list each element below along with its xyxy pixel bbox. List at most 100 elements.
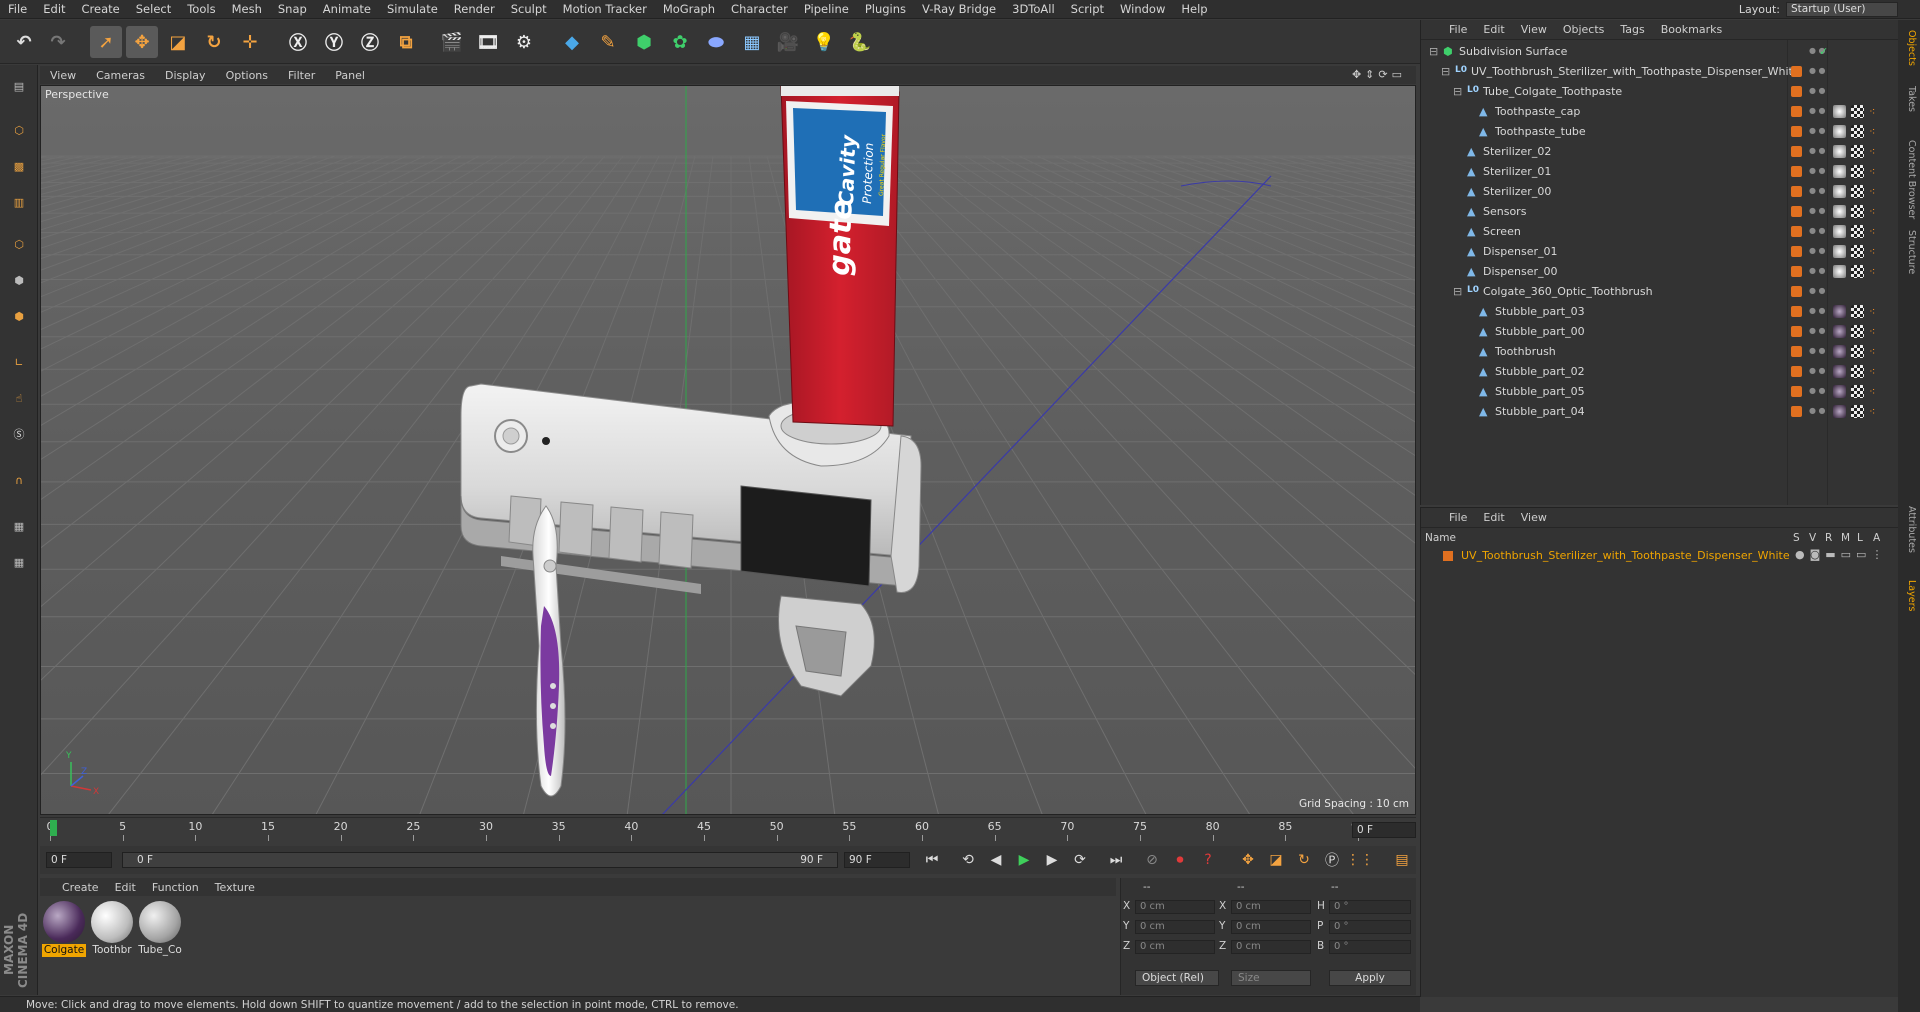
rotation-b-field[interactable]: 0 ° xyxy=(1329,940,1411,954)
side-tab-objects[interactable]: Objects xyxy=(1901,30,1917,66)
object-name[interactable]: Dispenser_01 xyxy=(1483,245,1558,258)
object-row[interactable]: ⊟ ⬢ Subdivision Surface ● ● ✓ xyxy=(1421,42,1901,62)
menu-mograph[interactable]: MoGraph xyxy=(655,0,723,19)
material-menu-create[interactable]: Create xyxy=(54,881,107,894)
selection-tag-icon[interactable]: ⁖ xyxy=(1869,165,1875,178)
uvw-tag-icon[interactable] xyxy=(1851,205,1864,218)
play-icon[interactable]: ▶ xyxy=(1012,849,1036,871)
uvw-tag-icon[interactable] xyxy=(1851,385,1864,398)
go-to-start-icon[interactable]: ⏮ xyxy=(920,849,944,871)
end-frame-field[interactable]: 90 F xyxy=(844,852,910,868)
object-name[interactable]: Stubble_part_00 xyxy=(1495,325,1585,338)
object-row[interactable]: ⊟ L0 Tube_Colgate_Toothpaste ● ● xyxy=(1421,82,1901,102)
material-slot[interactable]: Toothbr xyxy=(90,901,134,957)
object-row[interactable]: ⊟ L0 UV_Toothbrush_Sterilizer_with_Toothpa… xyxy=(1421,62,1901,82)
keyframe-selection-icon[interactable]: ? xyxy=(1196,849,1220,871)
key-scale-icon[interactable]: ◪ xyxy=(1264,849,1288,871)
visibility-dots-icon[interactable]: ● ● xyxy=(1809,286,1826,295)
object-row[interactable]: ▲ Sterilizer_00 ● ● ⁖ xyxy=(1421,182,1901,202)
deformer-icon[interactable]: ⬬ xyxy=(700,26,732,58)
layer-menu-view[interactable]: View xyxy=(1513,511,1555,524)
timeline-ruler[interactable]: 051015202530354045505560657075808590 xyxy=(40,817,1416,841)
menu-render[interactable]: Render xyxy=(446,0,503,19)
material-tag-icon[interactable] xyxy=(1833,205,1846,218)
timeline-window-icon[interactable]: ▤ xyxy=(1390,849,1414,871)
visibility-dots-icon[interactable]: ● ● xyxy=(1809,106,1826,115)
layer-color-swatch[interactable] xyxy=(1791,406,1802,417)
object-name[interactable]: Sterilizer_01 xyxy=(1483,165,1551,178)
selection-tag-icon[interactable]: ⁖ xyxy=(1869,225,1875,238)
menu-tools[interactable]: Tools xyxy=(179,0,223,19)
visibility-dots-icon[interactable]: ● ● xyxy=(1809,346,1826,355)
menu-plugins[interactable]: Plugins xyxy=(857,0,914,19)
object-row[interactable]: ▲ Toothpaste_tube ● ● ⁖ xyxy=(1421,122,1901,142)
menu-mesh[interactable]: Mesh xyxy=(224,0,270,19)
viewport-nav-icons[interactable]: ✥⇕⟳▭ xyxy=(1352,68,1406,81)
current-frame-field[interactable]: 0 F xyxy=(1352,822,1416,838)
menu-help[interactable]: Help xyxy=(1173,0,1215,19)
object-name[interactable]: Toothpaste_cap xyxy=(1495,105,1580,118)
material-tag-icon[interactable] xyxy=(1833,385,1846,398)
timeline-playhead[interactable] xyxy=(50,820,57,836)
planar-workplane-icon[interactable]: ▦ xyxy=(4,547,34,577)
layer-color-swatch[interactable] xyxy=(1791,386,1802,397)
render-picture-viewer-icon[interactable]: 🎞 xyxy=(472,26,504,58)
object-menu-objects[interactable]: Objects xyxy=(1555,23,1613,36)
object-name[interactable]: Sterilizer_02 xyxy=(1483,145,1551,158)
menu-v-ray-bridge[interactable]: V-Ray Bridge xyxy=(914,0,1004,19)
visibility-dots-icon[interactable]: ● ● xyxy=(1809,386,1826,395)
layer-color-swatch[interactable] xyxy=(1791,346,1802,357)
layer-color-swatch[interactable] xyxy=(1791,106,1802,117)
material-menu-function[interactable]: Function xyxy=(144,881,207,894)
x-axis-icon[interactable]: Ⓧ xyxy=(282,26,314,58)
material-tag-icon[interactable] xyxy=(1833,325,1846,338)
visibility-dots-icon[interactable]: ● ● xyxy=(1809,166,1826,175)
uvw-tag-icon[interactable] xyxy=(1851,325,1864,338)
uvw-tag-icon[interactable] xyxy=(1851,225,1864,238)
layer-color-swatch[interactable] xyxy=(1791,66,1802,77)
material-tag-icon[interactable] xyxy=(1833,405,1846,418)
object-row[interactable]: ▲ Sterilizer_02 ● ● ⁖ xyxy=(1421,142,1901,162)
layer-color-swatch[interactable] xyxy=(1791,326,1802,337)
material-tag-icon[interactable] xyxy=(1833,185,1846,198)
visibility-dots-icon[interactable]: ● ● xyxy=(1809,126,1826,135)
layer-color-swatch[interactable] xyxy=(1791,366,1802,377)
layer-menu-edit[interactable]: Edit xyxy=(1475,511,1512,524)
selection-tag-icon[interactable]: ⁖ xyxy=(1869,305,1875,318)
viewport-menu-options[interactable]: Options xyxy=(216,69,278,82)
rotation-h-field[interactable]: 0 ° xyxy=(1329,900,1411,914)
menu-snap[interactable]: Snap xyxy=(270,0,315,19)
object-name[interactable]: Sterilizer_00 xyxy=(1483,185,1551,198)
layer-color-swatch[interactable] xyxy=(1791,126,1802,137)
selection-tag-icon[interactable]: ⁖ xyxy=(1869,145,1875,158)
rotation-p-field[interactable]: 0 ° xyxy=(1329,920,1411,934)
cube-object-icon[interactable]: ◆ xyxy=(556,26,588,58)
viewport-menu-panel[interactable]: Panel xyxy=(325,69,375,82)
enabled-check-icon[interactable]: ✓ xyxy=(1819,45,1828,58)
menu-select[interactable]: Select xyxy=(128,0,179,19)
next-key-icon[interactable]: ⟳ xyxy=(1068,849,1092,871)
uvw-tag-icon[interactable] xyxy=(1851,145,1864,158)
menu-motion-tracker[interactable]: Motion Tracker xyxy=(555,0,655,19)
coordinate-system-icon[interactable]: ⧉ xyxy=(390,26,422,58)
object-row[interactable]: ▲ Dispenser_00 ● ● ⁖ xyxy=(1421,262,1901,282)
rotate-tool-icon[interactable]: ↻ xyxy=(198,26,230,58)
selection-tag-icon[interactable]: ⁖ xyxy=(1869,385,1875,398)
camera-icon[interactable]: 🎥 xyxy=(772,26,804,58)
layer-color-swatch[interactable] xyxy=(1443,551,1453,561)
light-icon[interactable]: 💡 xyxy=(808,26,840,58)
menu-edit[interactable]: Edit xyxy=(35,0,73,19)
layer-color-swatch[interactable] xyxy=(1791,186,1802,197)
object-menu-bookmarks[interactable]: Bookmarks xyxy=(1653,23,1730,36)
workplane-mode-icon[interactable]: ▥ xyxy=(4,187,34,217)
subdivision-icon[interactable]: ⬢ xyxy=(628,26,660,58)
object-name[interactable]: Tube_Colgate_Toothpaste xyxy=(1483,85,1622,98)
cloner-icon[interactable]: ✿ xyxy=(664,26,696,58)
position-x-field[interactable]: 0 cm xyxy=(1135,900,1215,914)
material-tag-icon[interactable] xyxy=(1833,145,1846,158)
axis-mode-icon[interactable]: ∟ xyxy=(4,347,34,377)
auto-key-icon[interactable]: ⏺ xyxy=(1168,849,1192,871)
expand-icon[interactable]: ⊟ xyxy=(1429,45,1438,58)
coordinate-mode-dropdown[interactable]: Object (Rel) xyxy=(1135,970,1219,986)
side-tab-layers[interactable]: Layers xyxy=(1901,580,1917,611)
